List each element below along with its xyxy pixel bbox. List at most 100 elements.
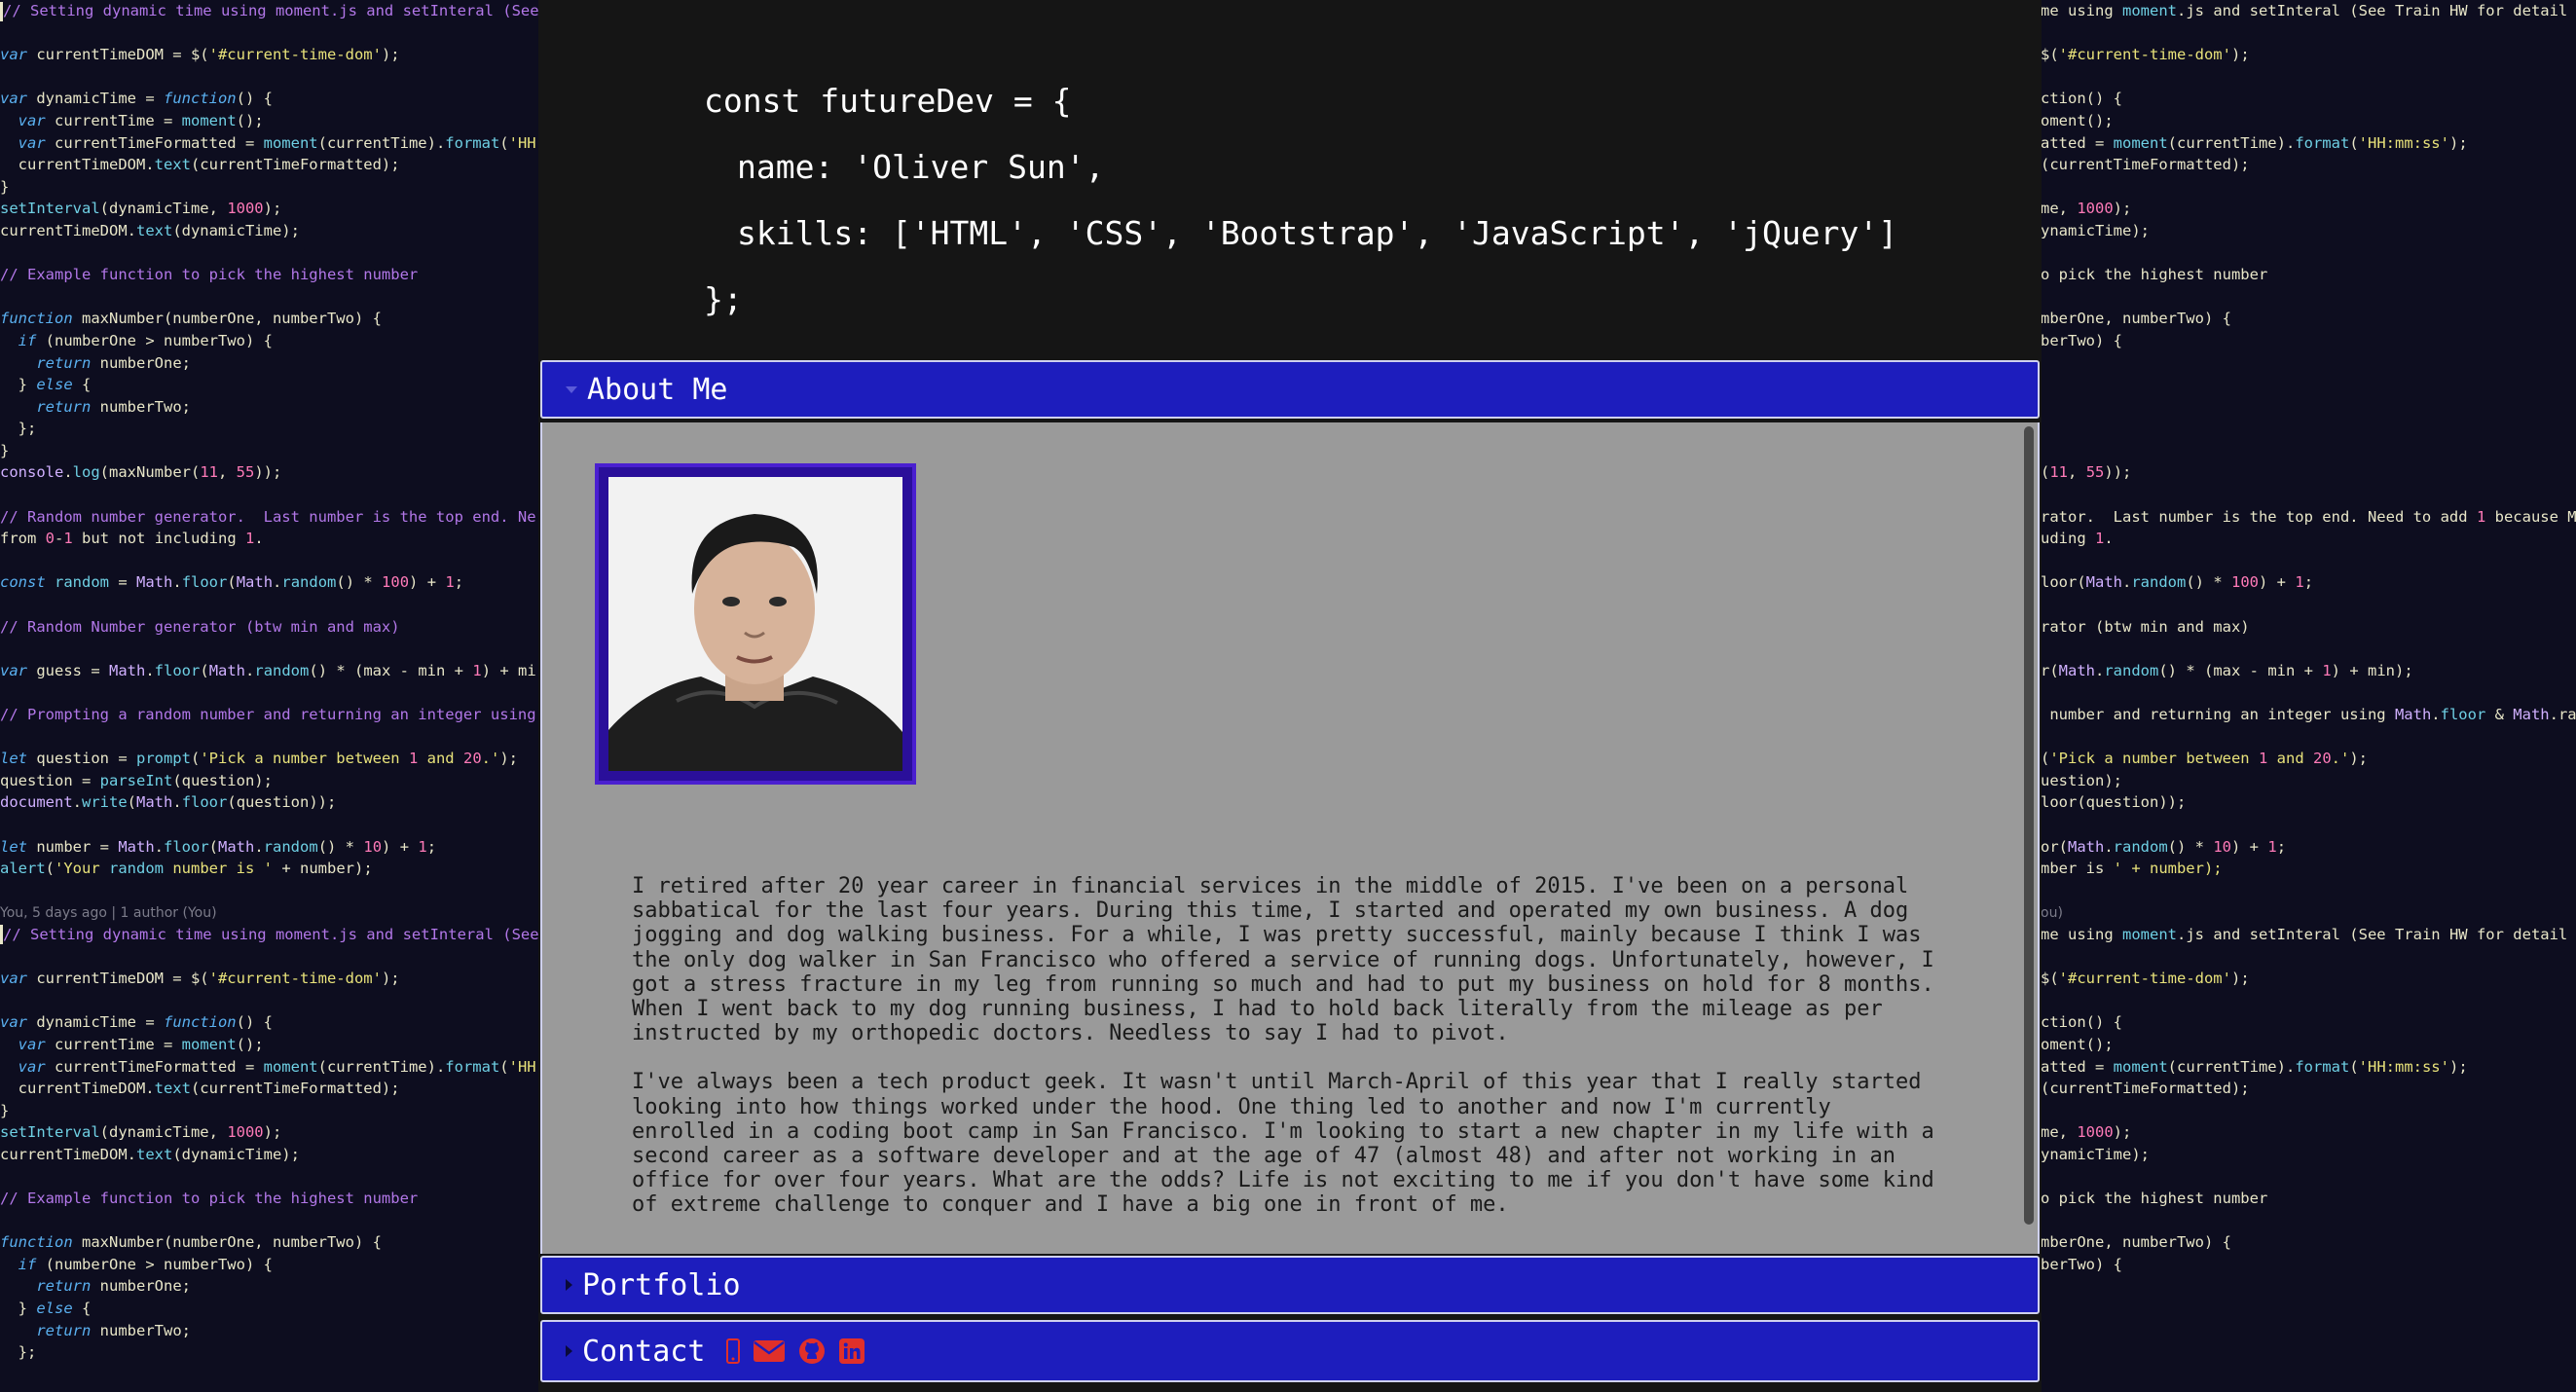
accordion-about-header[interactable]: About Me: [540, 360, 2040, 419]
code-line: rator. Last number is the top end. Need …: [2041, 507, 2576, 526]
code-line: }: [0, 441, 10, 459]
code-line: // Example function to pick the highest …: [0, 266, 419, 284]
accordion-portfolio-label: Portfolio: [582, 1267, 741, 1302]
triangle-right-icon: [566, 1279, 572, 1291]
code-line: }: [0, 1101, 10, 1119]
code-line: alert('Your random number is ' + number)…: [0, 860, 373, 878]
code-line: mberOne, numberTwo) {: [2041, 1233, 2231, 1252]
code-line: me, 1000);: [2041, 1123, 2132, 1142]
code-line: ('Pick a number between 1 and 20.');: [2041, 750, 2369, 768]
contact-icons: [726, 1337, 865, 1365]
code-line: o pick the highest number: [2041, 1190, 2268, 1208]
code-line: oment();: [2041, 1035, 2114, 1053]
main-content: const futureDev = { name: 'Oliver Sun', …: [538, 0, 2042, 1392]
code-line: mberOne, numberTwo) {: [2041, 310, 2231, 328]
envelope-icon[interactable]: [754, 1338, 786, 1364]
code-line: oment();: [2041, 111, 2114, 129]
background-code-right: me using moment.js and setInteral (See T…: [2041, 0, 2576, 1392]
code-line: ction() {: [2041, 1013, 2122, 1032]
triangle-down-icon: [566, 385, 577, 393]
panel-scrollbar[interactable]: [2024, 426, 2034, 1225]
accordion-contact-header[interactable]: Contact: [540, 1320, 2040, 1382]
phone-icon[interactable]: [726, 1338, 741, 1364]
linkedin-icon[interactable]: [839, 1338, 865, 1364]
code-line: document.write(Math.floor(question));: [0, 793, 337, 812]
code-line: var guess = Math.floor(Math.random() * (…: [0, 661, 536, 679]
bio-paragraph-1: I retired after 20 year career in financ…: [632, 874, 1934, 1046]
accordion-contact-label: Contact: [582, 1334, 706, 1369]
code-line: } else {: [0, 1300, 92, 1318]
portrait-image: [608, 477, 902, 771]
code-line: me, 1000);: [2041, 200, 2132, 218]
profile-photo: [608, 477, 902, 771]
code-line: o pick the highest number: [2041, 266, 2268, 284]
code-line: You, 5 days ago | 1 author (You): [0, 905, 217, 922]
code-line: var dynamicTime = function() {: [0, 90, 273, 108]
code-line: let number = Math.floor(Math.random() * …: [0, 837, 437, 856]
triangle-right-icon: [566, 1345, 572, 1357]
hero-line-skills: skills: ['HTML', 'CSS', 'Bootstrap', 'Ja…: [737, 214, 1898, 252]
background-code-left: // Setting dynamic time using moment.js …: [0, 0, 541, 1392]
code-line: from 0-1 but not including 1.: [0, 530, 264, 548]
code-line: currentTimeDOM.text(dynamicTime);: [0, 221, 300, 239]
code-line: function maxNumber(numberOne, numberTwo)…: [0, 310, 382, 328]
code-line: const random = Math.floor(Math.random() …: [0, 573, 464, 592]
code-line: r(Math.random() * (max - min + 1) + min)…: [2041, 661, 2413, 679]
code-line: // Random number generator. Last number …: [0, 507, 536, 526]
code-line: me using moment.js and setInteral (See T…: [2041, 925, 2568, 943]
accordion-about-label: About Me: [587, 372, 728, 407]
code-line: atted = moment(currentTime).format('HH:m…: [2041, 1057, 2468, 1076]
code-block-right: me using moment.js and setInteral (See T…: [2041, 0, 2576, 1275]
code-line: function maxNumber(numberOne, numberTwo)…: [0, 1233, 382, 1252]
profile-photo-frame: [595, 463, 916, 785]
code-line: ou): [2041, 905, 2063, 922]
hero-line-close: };: [704, 280, 743, 318]
code-line: // Prompting a random number and returni…: [0, 706, 536, 723]
code-line: var currentTime = moment();: [18, 111, 264, 129]
code-line: // Example function to pick the highest …: [0, 1190, 419, 1208]
code-line: ction() {: [2041, 90, 2122, 108]
code-line: atted = moment(currentTime).format('HH:m…: [2041, 133, 2468, 152]
code-line: } else {: [0, 376, 92, 394]
code-line: rator (btw min and max): [2041, 617, 2250, 636]
accordion-portfolio-header[interactable]: Portfolio: [540, 1256, 2040, 1314]
github-icon[interactable]: [798, 1337, 826, 1365]
about-bio: I retired after 20 year career in financ…: [632, 874, 1936, 1242]
code-line: currentTimeDOM.text(dynamicTime);: [0, 1145, 300, 1163]
code-line: setInterval(dynamicTime, 1000);: [0, 1123, 282, 1142]
code-line: var currentTimeFormatted = moment(curren…: [18, 1057, 536, 1076]
bio-paragraph-2: I've always been a tech product geek. It…: [632, 1070, 1934, 1218]
code-line: uding 1.: [2041, 530, 2114, 548]
code-line: return numberOne;: [36, 353, 191, 372]
code-line: }: [0, 177, 10, 196]
code-line: };: [0, 1343, 37, 1362]
code-line: var currentTimeDOM = $('#current-time-do…: [0, 970, 400, 988]
code-line: var currentTimeDOM = $('#current-time-do…: [0, 46, 400, 64]
